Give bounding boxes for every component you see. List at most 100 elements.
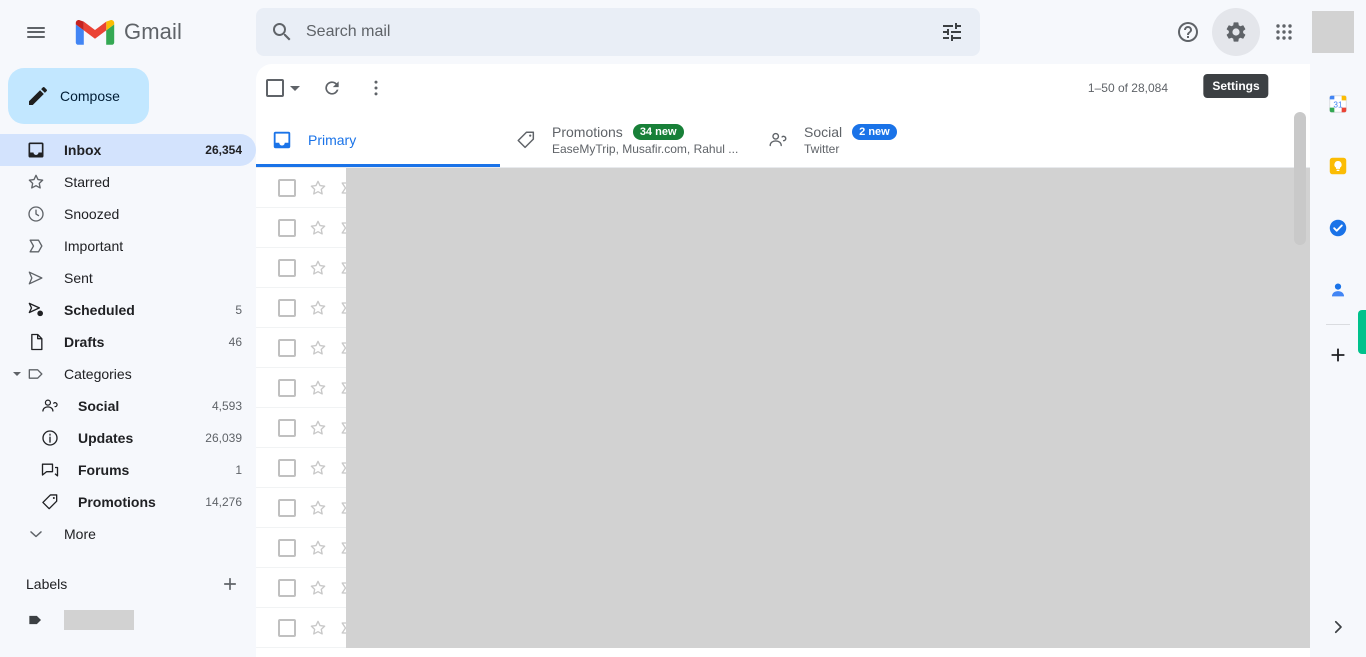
caret-down-icon[interactable] (12, 369, 22, 379)
star-icon[interactable] (308, 538, 328, 558)
row-checkbox[interactable] (278, 298, 296, 317)
search-input[interactable] (306, 23, 940, 41)
send-icon (26, 268, 46, 288)
star-icon[interactable] (308, 418, 328, 438)
table-row[interactable] (256, 368, 1310, 408)
row-content-redacted (346, 488, 1310, 528)
table-row[interactable] (256, 208, 1310, 248)
row-checkbox[interactable] (278, 458, 296, 477)
star-icon[interactable] (308, 458, 328, 478)
row-content-redacted (346, 208, 1310, 248)
main-menu-icon[interactable] (12, 8, 60, 56)
star-icon[interactable] (308, 498, 328, 518)
table-row[interactable] (256, 168, 1310, 208)
avatar[interactable] (1312, 11, 1354, 53)
row-checkbox[interactable] (278, 618, 296, 637)
star-icon[interactable] (308, 218, 328, 238)
inbox-icon (26, 140, 46, 160)
sidebar-item-drafts[interactable]: Drafts 46 (0, 326, 256, 358)
search-bar[interactable] (256, 8, 980, 56)
question-mark-icon (1178, 22, 1198, 42)
sidebar-item-scheduled[interactable]: Scheduled 5 (0, 294, 256, 326)
add-addon-button[interactable] (1318, 335, 1358, 375)
star-icon[interactable] (308, 578, 328, 598)
tab-social[interactable]: Social 2 new Twitter (752, 112, 982, 167)
keep-icon[interactable] (1318, 146, 1358, 186)
star-icon[interactable] (308, 618, 328, 638)
tab-promotions[interactable]: Promotions 34 new EaseMyTrip, Musafir.co… (500, 112, 752, 167)
label-item[interactable] (0, 604, 256, 636)
sidebar-item-social[interactable]: Social 4,593 (0, 390, 256, 422)
table-row[interactable] (256, 568, 1310, 608)
tasks-icon[interactable] (1318, 208, 1358, 248)
table-row[interactable] (256, 248, 1310, 288)
add-label-icon[interactable] (218, 572, 242, 596)
sidebar-item-inbox[interactable]: Inbox 26,354 (0, 134, 256, 166)
select-all-checkbox[interactable] (266, 79, 300, 97)
row-checkbox[interactable] (278, 578, 296, 597)
compose-button[interactable]: Compose (8, 68, 149, 124)
table-row[interactable] (256, 528, 1310, 568)
top-bar: Gmail Settings (0, 0, 1366, 98)
search-options-icon[interactable] (940, 20, 964, 44)
sidebar-nav: Inbox 26,354 Starred Snoozed Important S… (0, 134, 256, 550)
table-row[interactable] (256, 288, 1310, 328)
star-icon[interactable] (308, 178, 328, 198)
more-options-button[interactable] (356, 68, 396, 108)
row-checkbox[interactable] (278, 378, 296, 397)
star-icon[interactable] (308, 378, 328, 398)
tab-primary-label: Primary (308, 131, 357, 148)
row-checkbox[interactable] (278, 218, 296, 237)
chevron-down-icon[interactable] (290, 85, 300, 91)
expand-side-panel-button[interactable] (1318, 607, 1358, 647)
forum-icon (40, 460, 60, 480)
sidebar-label-important: Important (64, 238, 124, 254)
tab-primary[interactable]: Primary (256, 112, 500, 167)
row-checkbox[interactable] (278, 338, 296, 357)
sidebar-item-updates[interactable]: Updates 26,039 (0, 422, 256, 454)
sidebar-item-important[interactable]: Important (0, 230, 256, 262)
settings-button[interactable]: Settings (1203, 8, 1269, 98)
sidebar-item-sent[interactable]: Sent (0, 262, 256, 294)
row-checkbox[interactable] (278, 178, 296, 197)
sidebar-item-more[interactable]: More (0, 518, 256, 550)
sidebar: Compose Inbox 26,354 Starred Snoozed Imp… (0, 64, 256, 657)
calendar-icon[interactable]: 31 (1318, 84, 1358, 124)
sidebar-label-inbox: Inbox (64, 142, 102, 158)
sidebar-label-social: Social (78, 398, 120, 414)
sidebar-count-scheduled: 5 (235, 303, 242, 317)
refresh-button[interactable] (312, 68, 352, 108)
sidebar-item-forums[interactable]: Forums 1 (0, 454, 256, 486)
search-icon[interactable] (270, 20, 294, 44)
row-checkbox[interactable] (278, 418, 296, 437)
google-apps-icon[interactable] (1260, 8, 1308, 56)
row-content-redacted (346, 448, 1310, 488)
row-checkbox[interactable] (278, 538, 296, 557)
message-list (256, 168, 1310, 657)
row-checkbox[interactable] (278, 498, 296, 517)
sidebar-label-more: More (64, 526, 96, 542)
gmail-app: Gmail Settings (0, 0, 1366, 657)
sidebar-item-categories[interactable]: Categories (0, 358, 256, 390)
gmail-logo[interactable]: Gmail (74, 16, 182, 48)
contacts-icon[interactable] (1318, 270, 1358, 310)
row-content-redacted (346, 368, 1310, 408)
table-row[interactable] (256, 328, 1310, 368)
table-row[interactable] (256, 608, 1310, 648)
list-scrollbar[interactable] (1294, 112, 1306, 245)
sidebar-item-promotions[interactable]: Promotions 14,276 (0, 486, 256, 518)
sidebar-item-starred[interactable]: Starred (0, 166, 256, 198)
sidebar-count-social: 4,593 (211, 399, 242, 413)
sidebar-item-snoozed[interactable]: Snoozed (0, 198, 256, 230)
chevron-right-icon (1334, 620, 1342, 634)
message-list-panel: 1–50 of 28,084 Primary Promotions 34 new… (256, 64, 1310, 657)
help-icon[interactable] (1164, 8, 1212, 56)
table-row[interactable] (256, 448, 1310, 488)
people-icon (766, 128, 790, 152)
star-icon[interactable] (308, 298, 328, 318)
star-icon[interactable] (308, 338, 328, 358)
table-row[interactable] (256, 408, 1310, 448)
table-row[interactable] (256, 488, 1310, 528)
star-icon[interactable] (308, 258, 328, 278)
row-checkbox[interactable] (278, 258, 296, 277)
